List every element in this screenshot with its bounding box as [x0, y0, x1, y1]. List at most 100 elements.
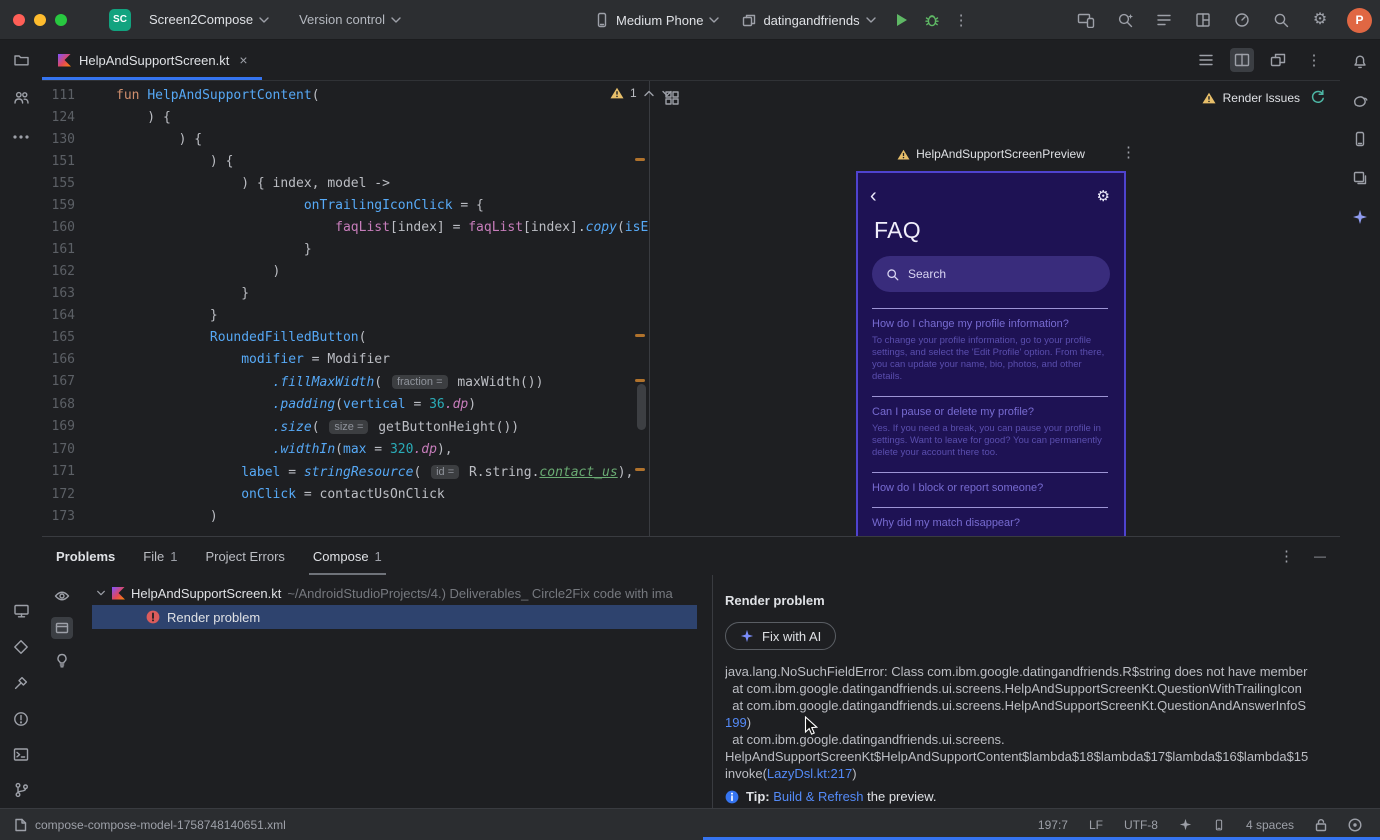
build-tool-button[interactable]	[13, 675, 29, 691]
line-number[interactable]: 111	[42, 85, 75, 107]
todo-list-icon[interactable]	[1152, 8, 1176, 32]
gemini-tool-button[interactable]	[1352, 209, 1368, 228]
preview-options-menu[interactable]: ⋮	[1117, 145, 1140, 160]
stack-trace-link[interactable]: LazyDsl.kt:217	[767, 766, 852, 781]
running-devices-tool-button[interactable]	[13, 603, 30, 619]
device-status-icon[interactable]	[1213, 818, 1225, 832]
stack-trace-link[interactable]: 199	[725, 715, 747, 730]
code-line[interactable]: 155 ) { index, model ->	[42, 173, 649, 195]
code-line[interactable]: 165 RoundedFilledButton(	[42, 327, 649, 349]
indent-config[interactable]: 4 spaces	[1246, 818, 1294, 832]
device-selector[interactable]: Medium Phone	[586, 6, 727, 34]
code-line[interactable]: 151 ) {	[42, 151, 649, 173]
next-problem-icon[interactable]	[661, 90, 673, 97]
minimize-window-button[interactable]	[34, 13, 46, 26]
editor-list-icon[interactable]	[1194, 48, 1218, 72]
line-number[interactable]: 168	[42, 394, 75, 416]
render-issues-status[interactable]: Render Issues	[1202, 91, 1300, 105]
preview-problem-icon[interactable]	[51, 585, 73, 607]
problems-file-row[interactable]: HelpAndSupportScreen.kt ~/AndroidStudioP…	[82, 581, 712, 605]
build-refresh-link[interactable]: Build & Refresh	[773, 789, 863, 804]
tab-project-errors[interactable]: Project Errors	[205, 537, 284, 575]
line-number[interactable]: 173	[42, 506, 75, 528]
code-line[interactable]: 166 modifier = Modifier	[42, 349, 649, 371]
profiler-icon[interactable]	[1230, 8, 1254, 32]
line-number[interactable]: 166	[42, 349, 75, 371]
search-icon[interactable]	[1269, 8, 1293, 32]
device-manager-tool-button[interactable]	[1352, 131, 1368, 147]
code-line[interactable]: 159 onTrailingIconClick = {	[42, 195, 649, 217]
code-line[interactable]: 160 faqList[index] = faqList[index].copy…	[42, 217, 649, 239]
panel-options-menu[interactable]: ⋮	[1275, 549, 1298, 564]
code-line[interactable]: 172 onClick = contactUsOnClick	[42, 484, 649, 506]
preview-phone-frame[interactable]: ‹ ⚙ FAQ Search How do I change my profil…	[856, 171, 1126, 536]
line-number[interactable]: 164	[42, 305, 75, 327]
fix-with-ai-button[interactable]: Fix with AI	[725, 622, 837, 650]
project-tool-button[interactable]	[13, 52, 30, 68]
hide-panel-icon[interactable]: —	[1314, 550, 1326, 562]
vcs-widget[interactable]: Version control	[291, 6, 409, 34]
status-file-name[interactable]: compose-compose-model-1758748140651.xml	[35, 818, 286, 832]
avatar[interactable]: P	[1347, 7, 1372, 33]
assets-tool-button[interactable]	[13, 639, 29, 655]
line-number[interactable]: 160	[42, 217, 75, 239]
prev-problem-icon[interactable]	[643, 90, 655, 97]
float-window-icon[interactable]	[1266, 48, 1290, 72]
line-separator[interactable]: LF	[1089, 818, 1103, 832]
split-preview-icon[interactable]	[1230, 48, 1254, 72]
settings-icon[interactable]: ⚙	[1308, 8, 1332, 32]
tab-compose[interactable]: Compose 1	[308, 537, 386, 575]
line-number[interactable]: 169	[42, 416, 75, 439]
layout-inspector-icon[interactable]	[1191, 8, 1215, 32]
notifications-tool-button[interactable]	[1352, 54, 1368, 70]
line-number[interactable]: 151	[42, 151, 75, 173]
code-line[interactable]: 171 label = stringResource( id = R.strin…	[42, 461, 649, 484]
line-number[interactable]: 162	[42, 261, 75, 283]
line-number[interactable]: 170	[42, 439, 75, 461]
line-number[interactable]: 155	[42, 173, 75, 195]
line-number[interactable]: 124	[42, 107, 75, 129]
resource-manager-tool-button[interactable]	[1352, 170, 1368, 186]
gradle-tool-button[interactable]	[1352, 93, 1369, 108]
run-button[interactable]	[890, 8, 914, 32]
close-window-button[interactable]	[13, 13, 25, 26]
render-problem-row[interactable]: Render problem	[92, 605, 697, 629]
terminal-tool-button[interactable]	[13, 747, 29, 762]
code-line[interactable]: 162 )	[42, 261, 649, 283]
file-encoding[interactable]: UTF-8	[1124, 818, 1158, 832]
run-configuration-selector[interactable]: datingandfriends	[733, 6, 883, 34]
line-number[interactable]: 172	[42, 484, 75, 506]
inspection-widget[interactable]: 1	[610, 86, 673, 100]
quick-fix-icon[interactable]	[51, 649, 73, 671]
ai-status-icon[interactable]	[1179, 818, 1192, 831]
code-line[interactable]: 164 }	[42, 305, 649, 327]
editor-scrollbar[interactable]	[637, 384, 646, 430]
code-line[interactable]: 169 .size( size = getButtonHeight())	[42, 416, 649, 439]
code-line[interactable]: 130 ) {	[42, 129, 649, 151]
caret-position[interactable]: 197:7	[1038, 818, 1068, 832]
project-selector[interactable]: Screen2Compose	[141, 6, 277, 34]
status-info-icon[interactable]	[1348, 817, 1362, 832]
editor-tab[interactable]: HelpAndSupportScreen.kt ×	[42, 40, 262, 80]
code-editor[interactable]: 111 fun HelpAndSupportContent(124 ) {130 …	[42, 81, 649, 536]
code-line[interactable]: 124 ) {	[42, 107, 649, 129]
code-line[interactable]: 163 }	[42, 283, 649, 305]
version-control-tool-button[interactable]	[14, 782, 29, 798]
line-number[interactable]: 163	[42, 283, 75, 305]
code-line[interactable]: 167 .fillMaxWidth( fraction = maxWidth()…	[42, 371, 649, 394]
problems-tool-button[interactable]	[13, 711, 29, 727]
line-number[interactable]: 167	[42, 371, 75, 394]
line-number[interactable]: 165	[42, 327, 75, 349]
code-line[interactable]: 173 )	[42, 506, 649, 528]
code-line[interactable]: 111 fun HelpAndSupportContent(	[42, 85, 649, 107]
debug-button[interactable]	[920, 8, 944, 32]
lock-icon[interactable]	[1315, 818, 1327, 832]
ai-search-icon[interactable]	[1113, 8, 1137, 32]
refresh-preview-button[interactable]	[1310, 89, 1326, 108]
code-line[interactable]: 170 .widthIn(max = 320.dp),	[42, 439, 649, 461]
pull-requests-tool-button[interactable]	[13, 90, 30, 105]
line-number[interactable]: 130	[42, 129, 75, 151]
run-options-menu[interactable]: ⋮	[950, 13, 973, 28]
view-mode-toggle[interactable]	[51, 617, 73, 639]
line-number[interactable]: 159	[42, 195, 75, 217]
